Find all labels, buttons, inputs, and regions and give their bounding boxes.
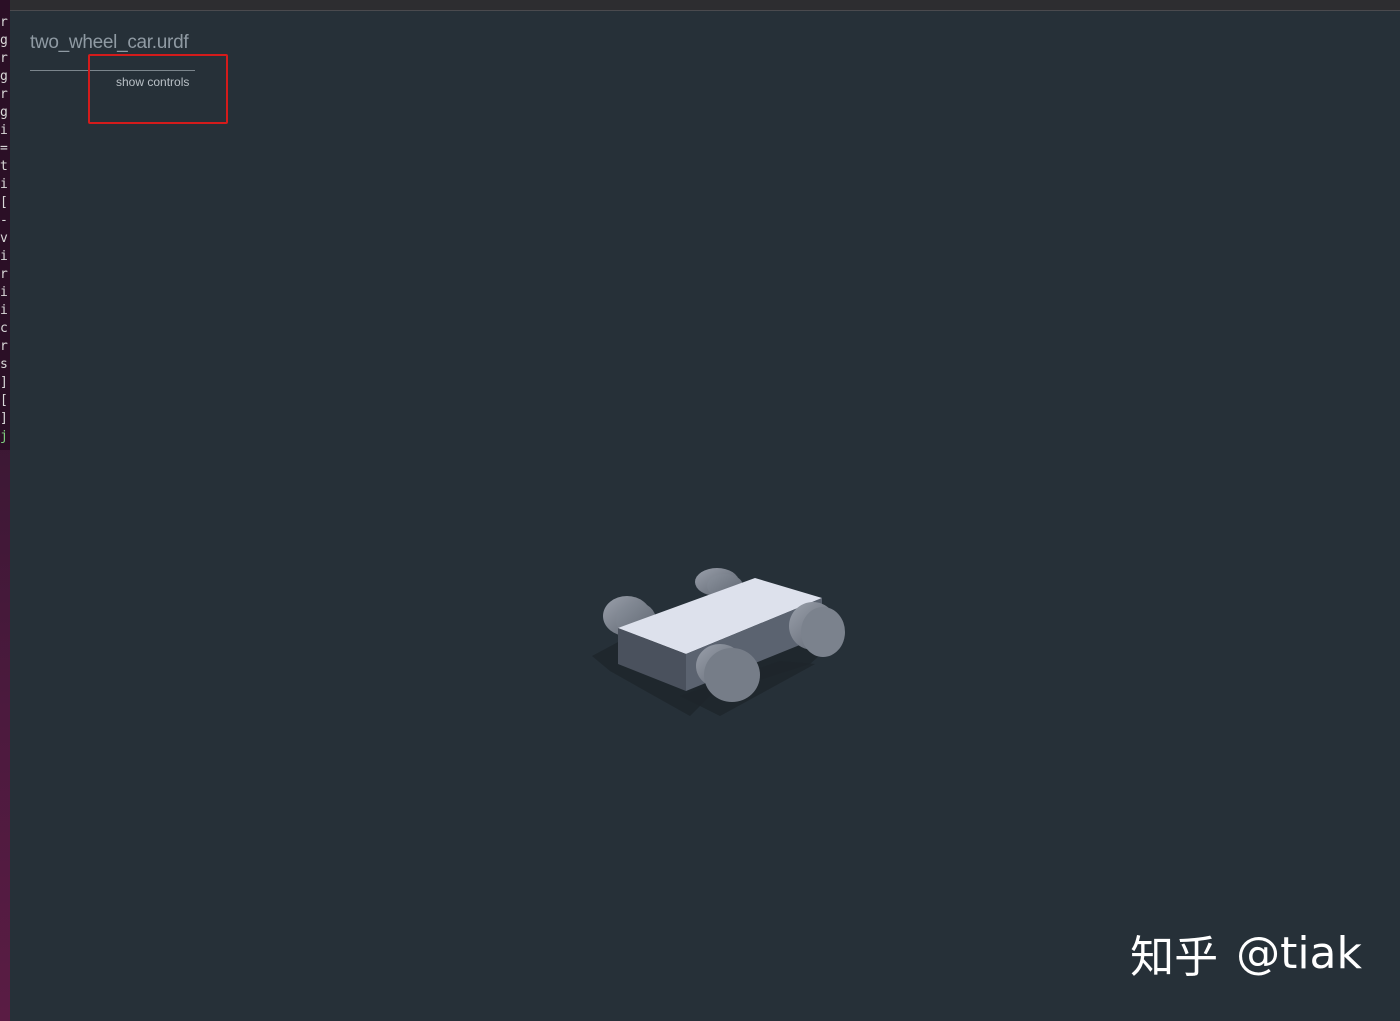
terminal-line: v	[0, 231, 8, 246]
terminal-line: s	[0, 357, 8, 372]
terminal-line: i	[0, 249, 8, 264]
terminal-line: i	[0, 285, 8, 300]
watermark-brand: 知乎	[1130, 932, 1219, 983]
window-top-bar	[10, 0, 1400, 11]
annotation-highlight-box	[88, 54, 228, 124]
terminal-line: ]	[0, 375, 8, 390]
terminal-line: [	[0, 195, 8, 210]
terminal-line: r	[0, 339, 8, 354]
terminal-line: c	[0, 321, 8, 336]
urdf-viewer[interactable]: two_wheel_car.urdf show controls 知乎 @tia…	[10, 11, 1400, 1021]
terminal-window-edge: r g r g r g i = t i[- v i r i i c r s][] j	[0, 0, 10, 1021]
urdf-file-title: two_wheel_car.urdf	[30, 32, 189, 53]
terminal-line: r	[0, 267, 8, 282]
terminal-line: =	[0, 141, 8, 156]
show-controls-toggle[interactable]: show controls	[116, 75, 189, 89]
terminal-line: r	[0, 15, 8, 30]
terminal-line: g	[0, 105, 8, 120]
terminal-line: r	[0, 51, 8, 66]
terminal-line: g	[0, 69, 8, 84]
zhihu-watermark: 知乎 @tiak	[1130, 921, 1362, 985]
watermark-handle: @tiak	[1236, 927, 1362, 979]
terminal-line: i	[0, 123, 8, 138]
title-divider	[30, 70, 195, 71]
terminal-line: g	[0, 33, 8, 48]
terminal-line: -	[0, 213, 8, 228]
robot-3d-model[interactable]	[580, 546, 870, 736]
terminal-line: i	[0, 177, 8, 192]
terminal-line: [	[0, 393, 8, 408]
terminal-line: r	[0, 87, 8, 102]
terminal-line: j	[0, 429, 8, 444]
terminal-line: ]	[0, 411, 8, 426]
terminal-line: t	[0, 159, 8, 174]
terminal-line: i	[0, 303, 8, 318]
